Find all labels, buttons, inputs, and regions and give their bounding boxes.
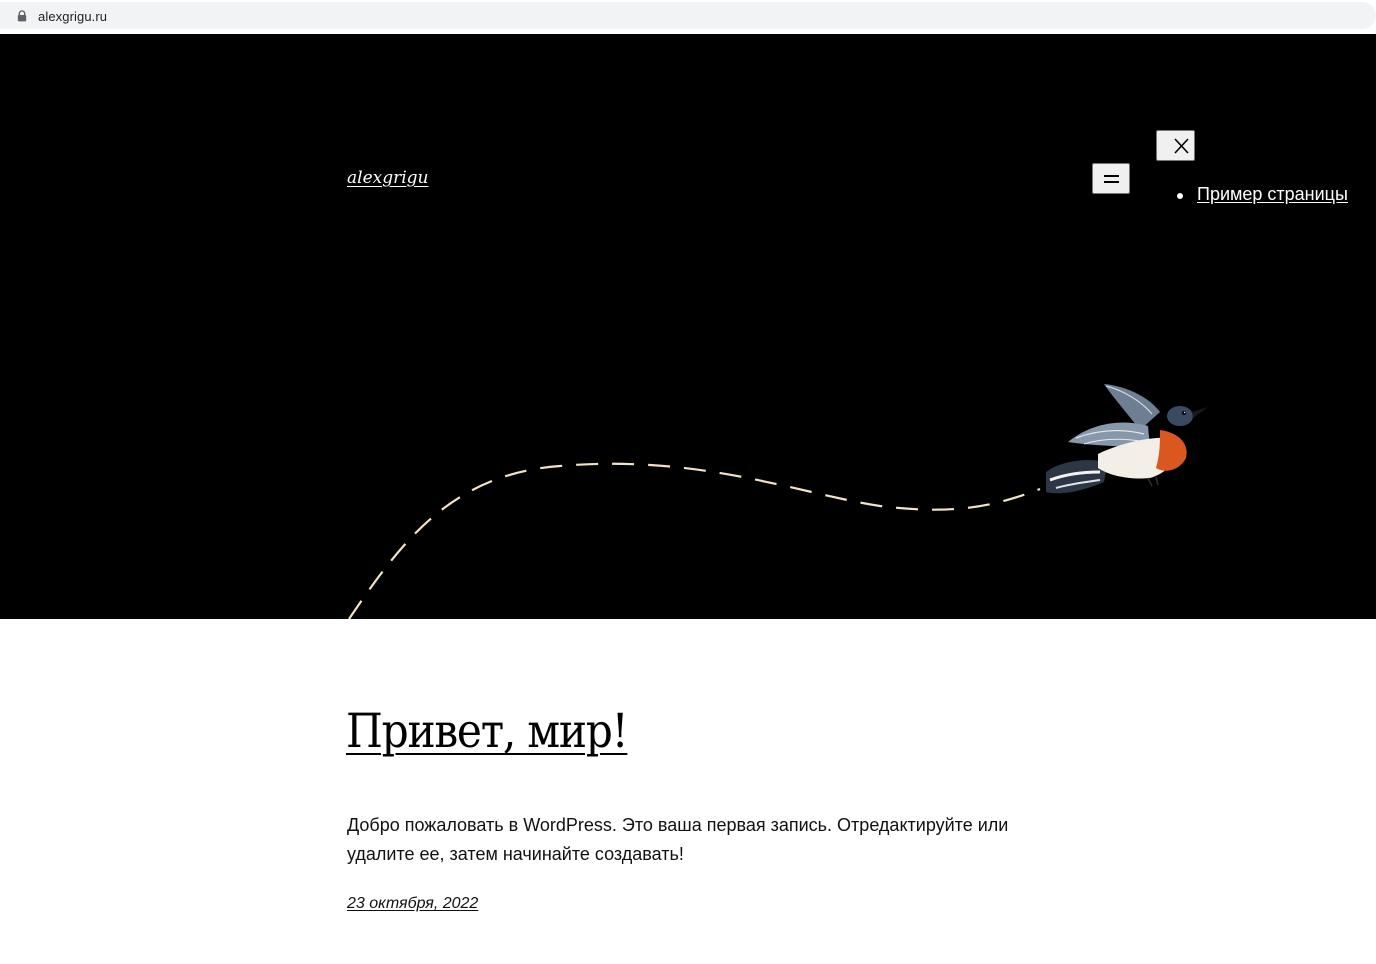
site-title-link[interactable]: alexgrigu (347, 168, 429, 188)
nav-link-sample-page[interactable]: Пример страницы (1197, 184, 1348, 204)
lock-icon[interactable] (17, 10, 27, 22)
post-title-link[interactable]: Привет, мир! (346, 704, 629, 759)
menu-open-button[interactable] (1092, 163, 1130, 194)
menu-close-button[interactable] (1156, 130, 1195, 161)
post-date-link[interactable]: 23 октября, 2022 (347, 895, 478, 913)
nav-item-sample-page: Пример страницы (1175, 184, 1348, 205)
post-excerpt: Добро пожаловать в WordPress. Это ваша п… (347, 815, 1009, 864)
bullet-icon (1177, 193, 1183, 199)
bird-icon (1046, 384, 1208, 494)
hero-illustration (348, 384, 1208, 619)
close-icon (1174, 138, 1189, 154)
browser-address-bar: alexgrigu.ru (0, 0, 1376, 33)
url-field[interactable]: alexgrigu.ru (0, 2, 1376, 29)
primary-navigation: Пример страницы (1175, 184, 1348, 205)
site-header-hero: alexgrigu Пример страницы (0, 34, 1376, 619)
flight-path (348, 462, 1041, 619)
url-text[interactable]: alexgrigu.ru (38, 9, 107, 24)
